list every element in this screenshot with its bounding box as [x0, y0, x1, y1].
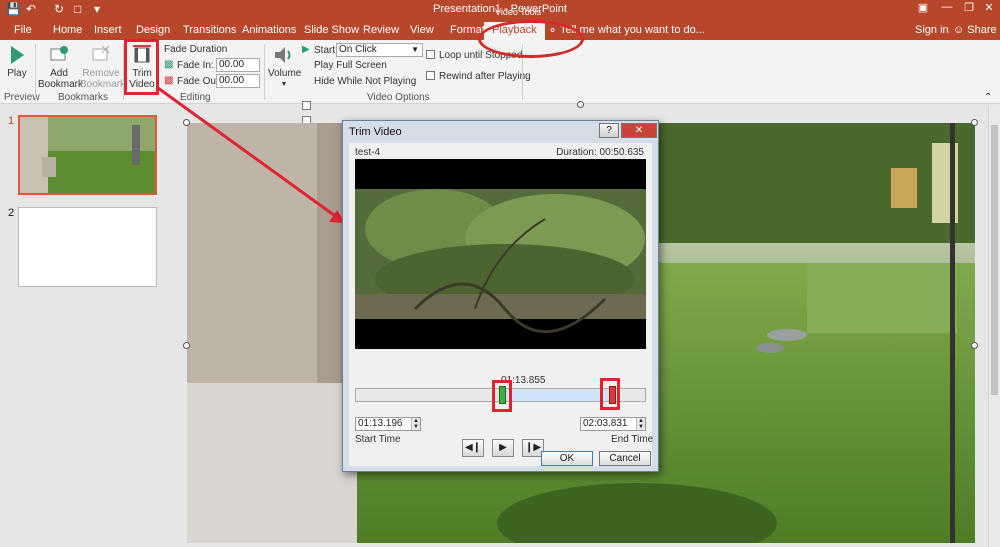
next-frame-icon: ❙▶ — [524, 442, 542, 453]
start-time-label: Start Time — [355, 434, 401, 445]
start-time-spinner[interactable]: ▲ ▼ — [411, 418, 420, 430]
dialog-body: test-4 Duration: 00:50.635 01:13.855 01:… — [349, 143, 654, 466]
play-preview-button[interactable]: ▶ — [492, 439, 514, 457]
start-time-value: 01:13.196 — [358, 418, 403, 429]
video-preview-frame — [355, 189, 646, 334]
cancel-button[interactable]: Cancel — [599, 451, 651, 466]
help-icon: ? — [606, 125, 612, 136]
end-time-value: 02:03.831 — [583, 418, 628, 429]
file-name: test-4 — [355, 147, 381, 158]
end-time-label: End Time — [611, 434, 654, 445]
help-button[interactable]: ? — [599, 123, 619, 138]
previous-frame-icon: ◀❙ — [464, 442, 482, 453]
previous-frame-button[interactable]: ◀❙ — [462, 439, 484, 457]
close-icon: ✕ — [634, 125, 644, 136]
duration-label: Duration: 00:50.635 — [556, 147, 644, 158]
trim-video-dialog: Trim Video ? ✕ test-4 Duration: 00:50.63… — [342, 120, 659, 472]
start-time-input[interactable]: 01:13.196 ▲ ▼ — [355, 417, 421, 431]
ok-button[interactable]: OK — [541, 451, 593, 466]
end-time-input[interactable]: 02:03.831 ▲ ▼ — [580, 417, 646, 431]
video-preview[interactable] — [355, 159, 646, 349]
end-time-spinner[interactable]: ▲ ▼ — [636, 418, 645, 430]
dialog-close-button[interactable]: ✕ — [621, 123, 657, 138]
dialog-title: Trim Video — [349, 126, 402, 138]
play-icon: ▶ — [499, 442, 507, 453]
end-marker-highlight — [600, 378, 620, 410]
start-marker-highlight — [492, 380, 512, 412]
trim-selection-range — [503, 389, 611, 401]
